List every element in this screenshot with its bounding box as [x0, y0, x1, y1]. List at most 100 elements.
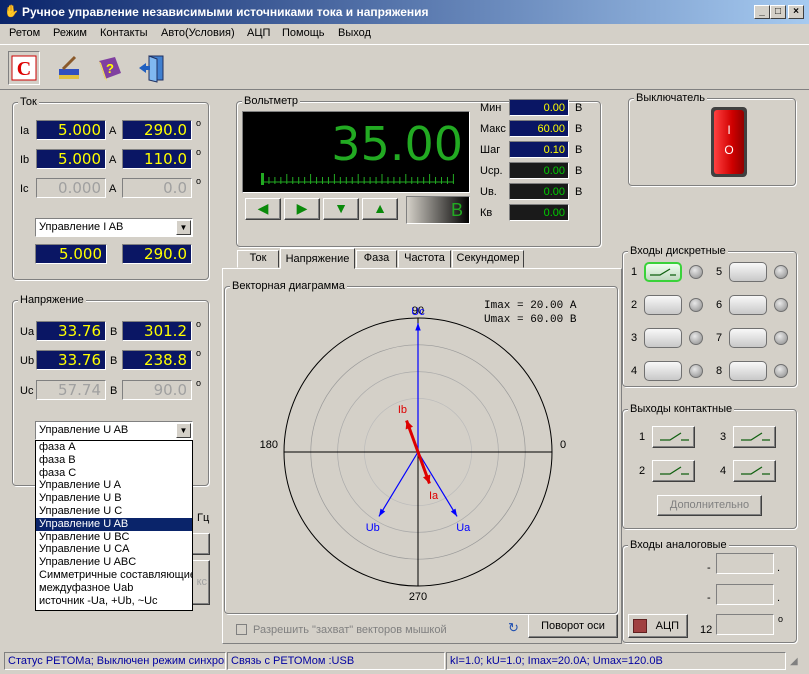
- ua-angle[interactable]: 301.2: [122, 321, 192, 341]
- discrete-input-button[interactable]: [729, 295, 767, 315]
- ia-value[interactable]: 5.000: [36, 120, 106, 140]
- menu-help[interactable]: Помощь: [282, 27, 325, 39]
- discrete-input-button[interactable]: [644, 295, 682, 315]
- ib-deg: o: [196, 147, 202, 157]
- arrow-down-button[interactable]: ▼: [323, 198, 359, 220]
- discrete-input-number: 5: [716, 266, 723, 278]
- menu-exit[interactable]: Выход: [338, 27, 371, 39]
- menu-auto[interactable]: Авто(Условия): [161, 27, 235, 39]
- tab-4[interactable]: Частота: [398, 250, 451, 268]
- discrete-input-button[interactable]: [729, 262, 767, 282]
- arrow-up-button[interactable]: ▲: [362, 198, 398, 220]
- discrete-input-button[interactable]: [644, 361, 682, 381]
- minimize-button[interactable]: _: [754, 5, 770, 19]
- menu-mode[interactable]: Режим: [53, 27, 87, 39]
- dropdown-option[interactable]: Управление U A: [36, 479, 192, 492]
- ic-value: 0.000: [36, 178, 106, 198]
- ia-angle[interactable]: 290.0: [122, 120, 192, 140]
- tab-1[interactable]: Ток: [237, 250, 279, 268]
- discrete-input-button[interactable]: [644, 328, 682, 348]
- contact-output-button[interactable]: [733, 460, 776, 482]
- ub-value[interactable]: 33.76: [36, 350, 106, 370]
- help-book-icon[interactable]: ?: [94, 51, 126, 85]
- contact-output-number: 2: [639, 465, 646, 477]
- vector-diagram[interactable]: 90180 0270Imax = 20.00 AUmax = 60.00 BUcU…: [226, 292, 616, 612]
- dropdown-option[interactable]: фаза B: [36, 454, 192, 467]
- switch-on-mark: I: [727, 123, 731, 137]
- arrow-left-button[interactable]: ◀: [245, 198, 281, 220]
- dropdown-option[interactable]: Управление U ABC: [36, 556, 192, 569]
- discrete-input-button[interactable]: [644, 262, 682, 282]
- current-ctrl-value[interactable]: 5.000: [35, 244, 107, 264]
- exit-door-icon[interactable]: [136, 51, 168, 85]
- tab-5[interactable]: Секундомер: [452, 250, 524, 268]
- dropdown-option[interactable]: источник -Ua, +Ub, ~Uc: [36, 595, 192, 608]
- stat-value[interactable]: 60.00: [509, 120, 569, 137]
- status-coefficients: kI=1.0; kU=1.0; Imax=20.0A; Umax=120.0B: [446, 652, 786, 670]
- adc-button-label: АЦП: [655, 620, 679, 632]
- menu-retom[interactable]: Ретом: [9, 27, 40, 39]
- ub-angle[interactable]: 238.8: [122, 350, 192, 370]
- ua-unit: B: [110, 326, 118, 338]
- dropdown-option[interactable]: Управление U B: [36, 492, 192, 505]
- current-control-select[interactable]: Управление I AB ▼: [35, 218, 193, 237]
- menu-adc[interactable]: АЦП: [247, 27, 270, 39]
- dropdown-option[interactable]: Управление U CA: [36, 543, 192, 556]
- discrete-input-led: [774, 331, 788, 345]
- dropdown-option[interactable]: фаза A: [36, 441, 192, 454]
- vector-label: Ia: [429, 490, 439, 502]
- tab-2[interactable]: Напряжение: [280, 248, 355, 269]
- dropdown-option[interactable]: Симметричные составляющие: [36, 569, 192, 582]
- vector-label: Ua: [456, 522, 471, 534]
- dropdown-option[interactable]: Управление U C: [36, 505, 192, 518]
- capture-checkbox[interactable]: [236, 624, 247, 635]
- tab-3[interactable]: Фаза: [356, 250, 397, 268]
- additional-button[interactable]: Дополнительно: [657, 495, 762, 516]
- menu-contacts[interactable]: Контакты: [100, 27, 148, 39]
- close-button[interactable]: ×: [788, 5, 804, 19]
- stat-unit: B: [575, 123, 583, 135]
- adc-button[interactable]: АЦП: [628, 614, 688, 638]
- stat-label: Шаг: [480, 144, 501, 156]
- dropdown-option[interactable]: Управление U BC: [36, 531, 192, 544]
- toolbar: C ?: [0, 44, 809, 90]
- contact-output-button[interactable]: [733, 426, 776, 448]
- broom-icon[interactable]: [52, 51, 84, 85]
- contact-output-number: 4: [720, 465, 727, 477]
- contact-icon: [650, 268, 676, 276]
- hidden-button-1[interactable]: [190, 533, 210, 555]
- contact-output-button[interactable]: [652, 460, 695, 482]
- dropdown-option[interactable]: Управление U AB: [36, 517, 192, 531]
- voltage-control-dropdown[interactable]: фаза Aфаза Bфаза C Управление U A Управлен…: [35, 440, 193, 611]
- analog-value-1: [716, 553, 774, 574]
- arrow-right-button[interactable]: ▶: [284, 198, 320, 220]
- maximize-button[interactable]: □: [770, 5, 786, 19]
- analog-value-3: [716, 614, 774, 635]
- rotate-axis-button[interactable]: Поворот оси: [528, 614, 618, 638]
- vector-arrowhead: [378, 508, 386, 517]
- ib-angle[interactable]: 110.0: [122, 149, 192, 169]
- breaker-switch[interactable]: I O: [711, 107, 747, 177]
- stat-value[interactable]: 0.00: [509, 99, 569, 116]
- retom-c-icon[interactable]: C: [8, 51, 40, 85]
- breaker-rocker[interactable]: I O: [714, 110, 744, 174]
- dropdown-option[interactable]: междуфазное Uab: [36, 582, 192, 595]
- contact-output-button[interactable]: [652, 426, 695, 448]
- resize-grip-icon[interactable]: ◢: [790, 656, 804, 670]
- discrete-input-led: [774, 364, 788, 378]
- discrete-input-button[interactable]: [729, 361, 767, 381]
- stat-value[interactable]: 0.10: [509, 141, 569, 158]
- discrete-input-button[interactable]: [729, 328, 767, 348]
- chevron-down-icon[interactable]: ▼: [176, 423, 191, 438]
- adc-icon: [633, 619, 647, 633]
- dropdown-option[interactable]: фаза C: [36, 467, 192, 480]
- chevron-down-icon[interactable]: ▼: [176, 220, 191, 235]
- voltmeter-label: Вольтметр: [242, 95, 301, 107]
- ua-value[interactable]: 33.76: [36, 321, 106, 341]
- hidden-button-2[interactable]: кс: [190, 560, 210, 605]
- app-icon: ✋: [4, 4, 19, 18]
- voltage-control-select[interactable]: Управление U AB ▼: [35, 421, 193, 440]
- ib-value[interactable]: 5.000: [36, 149, 106, 169]
- discrete-input-led: [689, 331, 703, 345]
- current-ctrl-angle[interactable]: 290.0: [122, 244, 192, 264]
